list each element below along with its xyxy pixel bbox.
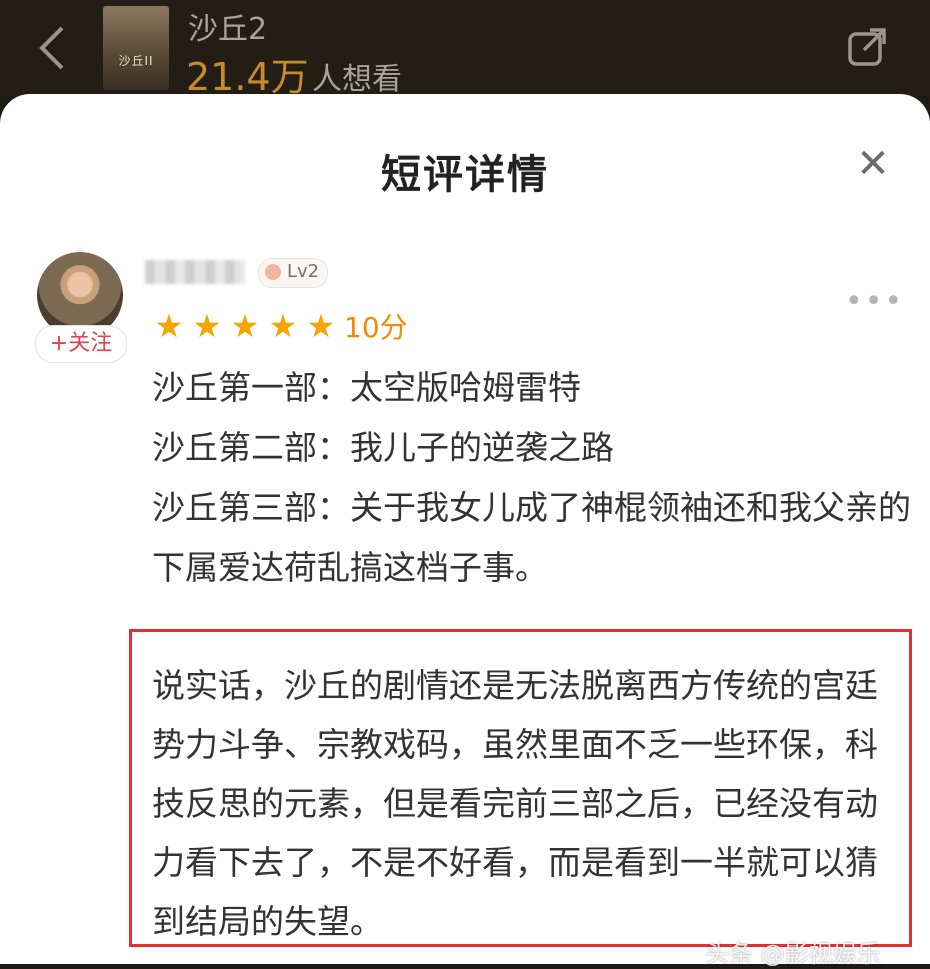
- share-icon[interactable]: [846, 26, 888, 68]
- level-badge: Lv2: [258, 258, 328, 288]
- poster-title: 沙丘II: [118, 54, 154, 68]
- want-count: 21.4万: [186, 55, 309, 99]
- movie-title: 沙丘2: [188, 12, 268, 47]
- highlighted-paragraph: 说实话，沙丘的剧情还是无法脱离西方传统的宫廷势力斗争、宗教戏码，虽然里面不乏一些…: [152, 666, 878, 941]
- review-detail-sheet: 短评详情 ✕ +关注 Lv2 ••• ★ ★ ★ ★ ★ 10分 沙丘第一部：太…: [0, 94, 930, 968]
- sheet-title: 短评详情: [381, 152, 549, 198]
- follow-button[interactable]: +关注: [35, 325, 127, 363]
- close-icon[interactable]: ✕: [855, 144, 891, 184]
- rating-score: 10分: [344, 311, 408, 344]
- chevron-left-icon[interactable]: [34, 22, 70, 74]
- top-bar: 沙丘II 沙丘2 21.4万 人想看: [0, 0, 930, 99]
- want-suffix: 人想看: [312, 62, 402, 97]
- more-options-icon[interactable]: •••: [845, 284, 904, 319]
- review-line: 沙丘第三部：关于我女儿成了神棍领袖还和我父亲的下属爱达荷乱搞这档子事。: [152, 488, 911, 587]
- movie-poster[interactable]: 沙丘II: [103, 6, 169, 90]
- star-icon: ★: [268, 307, 298, 345]
- level-text: Lv2: [287, 261, 320, 282]
- rating-stars: ★ ★ ★ ★ ★ 10分: [152, 308, 408, 344]
- review-text: 沙丘第一部：太空版哈姆雷特 沙丘第二部：我儿子的逆袭之路 沙丘第三部：关于我女儿…: [152, 358, 912, 598]
- username-blurred[interactable]: [145, 260, 245, 284]
- star-icon: ★: [154, 307, 184, 345]
- star-icon: ★: [306, 307, 336, 345]
- star-icon: ★: [230, 307, 260, 345]
- star-icon: ★: [192, 307, 222, 345]
- level-icon: [265, 264, 281, 280]
- review-line: 沙丘第一部：太空版哈姆雷特: [152, 368, 581, 407]
- review-line: 沙丘第二部：我儿子的逆袭之路: [152, 428, 614, 467]
